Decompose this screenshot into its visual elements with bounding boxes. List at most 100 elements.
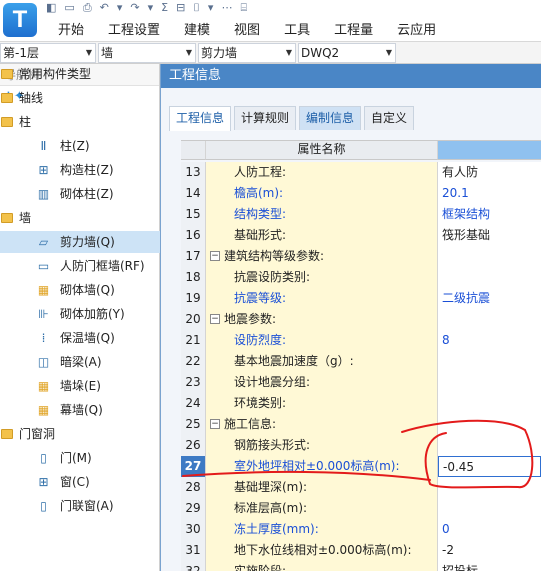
property-row[interactable]: 28 基础埋深(m): xyxy=(181,477,541,498)
nav-tree-item[interactable]: ▦ 墙垛(E) xyxy=(0,375,160,397)
quick-access-icon[interactable]: ↷ xyxy=(130,1,139,15)
menu-item[interactable]: 工具 xyxy=(284,19,310,38)
menu-item[interactable]: 云应用 xyxy=(397,19,436,38)
folder-icon[interactable] xyxy=(1,429,13,439)
category-select[interactable]: 墙 ▼ xyxy=(98,43,196,63)
nav-tree-item[interactable]: ⊪ 砌体加筋(Y) xyxy=(0,303,160,325)
property-value-cell[interactable]: 有人防 xyxy=(438,162,541,183)
chevron-down-icon[interactable]: ▼ xyxy=(86,44,92,62)
menu-item[interactable]: 开始 xyxy=(58,19,84,38)
property-value-cell[interactable]: 20.1 xyxy=(438,183,541,204)
dialog-tab[interactable]: 计算规则 xyxy=(234,106,297,130)
property-row[interactable]: 19 抗震等级: 二级抗震 xyxy=(181,288,541,309)
property-row[interactable]: 31 地下水位线相对±0.000标高(m): -2 xyxy=(181,540,541,561)
property-value-cell[interactable] xyxy=(438,267,541,288)
property-value-cell[interactable]: -2 xyxy=(438,540,541,561)
property-value-cell[interactable]: 筏形基础 xyxy=(438,225,541,246)
property-row[interactable]: 32 实施阶段: 招投标 xyxy=(181,561,541,571)
folder-icon[interactable] xyxy=(1,69,13,79)
chevron-down-icon[interactable]: ▼ xyxy=(386,44,392,62)
property-row[interactable]: 16 基础形式: 筏形基础 xyxy=(181,225,541,246)
quick-access-icon[interactable]: ⊟ xyxy=(176,1,185,15)
property-value-cell[interactable] xyxy=(438,351,541,372)
quick-access-icon[interactable]: ⋯ xyxy=(221,1,232,15)
property-value-cell[interactable] xyxy=(438,309,541,330)
property-row[interactable]: 21 设防烈度: 8 xyxy=(181,330,541,351)
collapse-icon[interactable]: − xyxy=(210,251,220,261)
property-value-cell[interactable]: 8 xyxy=(438,330,541,351)
nav-group-item[interactable]: 柱 xyxy=(0,111,160,133)
name-select[interactable]: DWQ2 ▼ xyxy=(298,43,396,63)
nav-tree-item[interactable]: ▯ 门(M) xyxy=(0,447,160,469)
nav-group-item[interactable]: 门窗洞 xyxy=(0,423,160,445)
nav-tree-item[interactable]: ▱ 剪力墙(Q) xyxy=(0,231,160,253)
property-value-cell[interactable] xyxy=(438,477,541,498)
property-row[interactable]: 23 设计地震分组: xyxy=(181,372,541,393)
type-select[interactable]: 剪力墙 ▼ xyxy=(198,43,296,63)
property-value-cell[interactable]: 0 xyxy=(438,519,541,540)
quick-access-icon[interactable]: Σ xyxy=(161,1,168,15)
property-row[interactable]: 29 标准层高(m): xyxy=(181,498,541,519)
nav-tree-item[interactable]: Ⅱ 柱(Z) xyxy=(0,135,160,157)
property-row[interactable]: 22 基本地震加速度（g）: xyxy=(181,351,541,372)
property-row[interactable]: 27 室外地坪相对±0.000标高(m): -0.45 xyxy=(181,456,541,477)
quick-access-icon[interactable]: ⌷ xyxy=(193,1,200,15)
menu-item[interactable]: 工程设置 xyxy=(108,19,160,38)
nav-tree-item[interactable]: ▭ 人防门框墙(RF) xyxy=(0,255,160,277)
dialog-tab[interactable]: 编制信息 xyxy=(299,106,362,130)
menu-item[interactable]: 工程量 xyxy=(334,19,373,38)
property-value-cell[interactable]: 二级抗震 xyxy=(438,288,541,309)
nav-group-item[interactable]: 墙 xyxy=(0,207,160,229)
nav-tree-item[interactable]: ◫ 暗梁(A) xyxy=(0,351,160,373)
nav-tree-item[interactable]: ▥ 砌体柱(Z) xyxy=(0,183,160,205)
property-row[interactable]: 17− 建筑结构等级参数: xyxy=(181,246,541,267)
dialog-tab[interactable]: 工程信息 xyxy=(169,106,232,131)
menu-item[interactable]: 视图 xyxy=(234,19,260,38)
property-row[interactable]: 24 环境类别: xyxy=(181,393,541,414)
quick-access-icon[interactable]: ↶ xyxy=(100,1,109,15)
property-value-cell[interactable] xyxy=(438,498,541,519)
property-value-cell[interactable]: 框架结构 xyxy=(438,204,541,225)
quick-access-icon[interactable]: ⌸ xyxy=(240,1,247,15)
property-row[interactable]: 18 抗震设防类别: xyxy=(181,267,541,288)
property-value-cell[interactable] xyxy=(438,435,541,456)
nav-tree-item[interactable]: ▦ 砌体墙(Q) xyxy=(0,279,160,301)
property-value-cell[interactable] xyxy=(438,393,541,414)
nav-tree-item[interactable]: ▦ 幕墙(Q) xyxy=(0,399,160,421)
floor-select[interactable]: 第-1层 ▼ xyxy=(0,43,96,63)
nav-tree-item[interactable]: ▯ 门联窗(A) xyxy=(0,495,160,517)
folder-icon[interactable] xyxy=(1,213,13,223)
collapse-icon[interactable]: − xyxy=(210,419,220,429)
chevron-down-icon[interactable]: ▼ xyxy=(286,44,292,62)
property-value-cell[interactable] xyxy=(438,372,541,393)
property-value-cell[interactable] xyxy=(438,414,541,435)
property-row[interactable]: 25− 施工信息: xyxy=(181,414,541,435)
quick-access-icon[interactable]: ▾ xyxy=(148,1,154,15)
property-value-cell[interactable]: -0.45 xyxy=(438,456,541,477)
nav-tree-item[interactable]: ⊞ 构造柱(Z) xyxy=(0,159,160,181)
property-row[interactable]: 20− 地震参数: xyxy=(181,309,541,330)
property-row[interactable]: 30 冻土厚度(mm): 0 xyxy=(181,519,541,540)
menu-item[interactable]: 建模 xyxy=(184,19,210,38)
folder-icon[interactable] xyxy=(1,93,13,103)
nav-group-item[interactable]: 常用构件类型 xyxy=(0,63,160,85)
quick-access-icon[interactable]: ▭ xyxy=(64,1,74,15)
property-value-cell[interactable]: 招投标 xyxy=(438,561,541,571)
quick-access-icon[interactable]: ▾ xyxy=(117,1,123,15)
nav-tree-item[interactable]: ⁞ 保温墙(Q) xyxy=(0,327,160,349)
quick-access-icon[interactable]: ▾ xyxy=(208,1,214,15)
property-value-cell[interactable] xyxy=(438,246,541,267)
nav-group-item[interactable]: 轴线 xyxy=(0,87,160,109)
folder-icon[interactable] xyxy=(1,117,13,127)
property-row[interactable]: 26 钢筋接头形式: xyxy=(181,435,541,456)
property-row[interactable]: 14 檐高(m): 20.1 xyxy=(181,183,541,204)
property-row[interactable]: 15 结构类型: 框架结构 xyxy=(181,204,541,225)
property-row[interactable]: 13 人防工程: 有人防 xyxy=(181,162,541,183)
chevron-down-icon[interactable]: ▼ xyxy=(186,44,192,62)
dialog-tab[interactable]: 自定义 xyxy=(364,106,415,130)
nav-tree-item[interactable]: ⊞ 窗(C) xyxy=(0,471,160,493)
quick-access-icon[interactable]: ◧ xyxy=(46,1,56,15)
collapse-icon[interactable]: − xyxy=(210,314,220,324)
quick-access-icon[interactable]: ⎙ xyxy=(83,1,92,15)
app-logo[interactable]: T xyxy=(3,3,37,37)
